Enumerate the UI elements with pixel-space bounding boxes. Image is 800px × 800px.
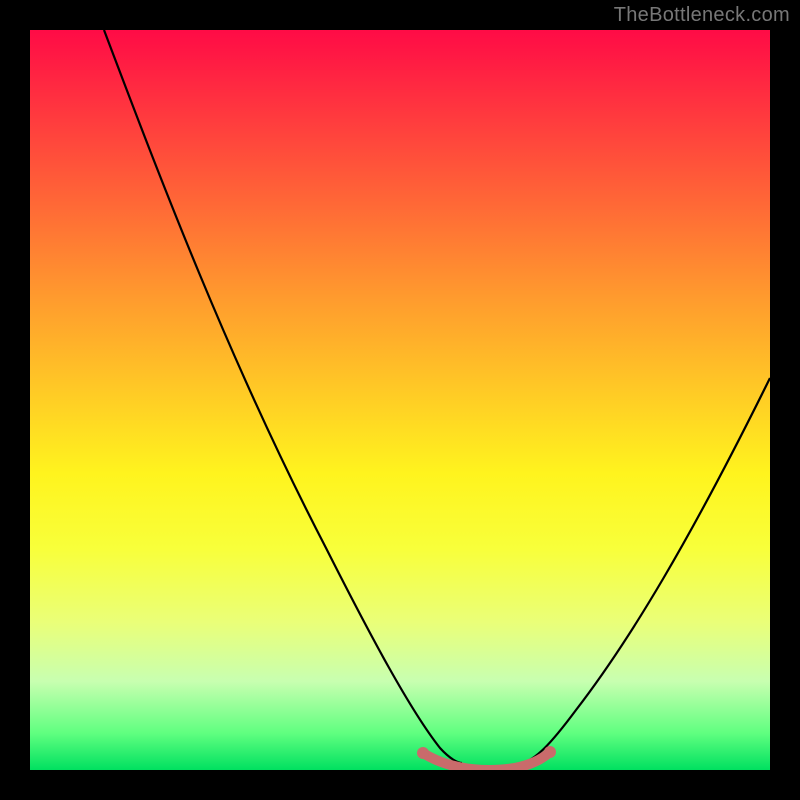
curve-layer [30,30,770,770]
flat-minimum-segment [423,752,550,770]
flat-right-dot [544,746,556,758]
flat-left-dot [417,747,429,759]
left-curve [104,30,462,763]
chart-frame: TheBottleneck.com [0,0,800,800]
watermark-text: TheBottleneck.com [614,4,790,27]
plot-area [30,30,770,770]
right-curve [522,378,770,763]
